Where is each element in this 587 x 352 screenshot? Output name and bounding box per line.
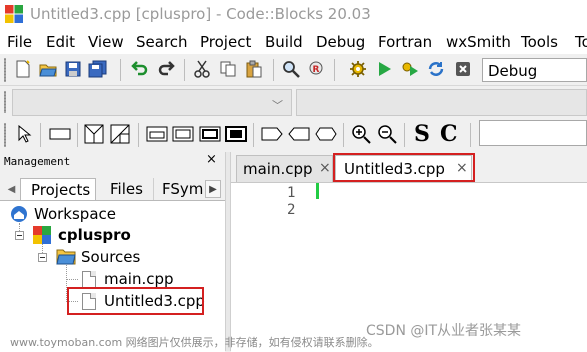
build-gear-icon[interactable] xyxy=(348,59,368,79)
menu-tools[interactable]: Tools xyxy=(521,33,558,51)
tab-files[interactable]: Files xyxy=(98,178,154,200)
toolbar-grip[interactable] xyxy=(4,91,8,113)
highlight-annotation xyxy=(67,287,204,315)
toolbar-separator xyxy=(40,123,41,147)
toolbar-separator xyxy=(343,123,344,147)
tree-item-workspace[interactable]: Workspace xyxy=(34,205,116,223)
tab-scroll-right-button[interactable]: ▶ xyxy=(205,180,221,198)
zoom-out-icon[interactable] xyxy=(377,124,397,144)
toolbar-separator xyxy=(184,59,185,81)
project-tree: Workspace cpluspro Sources main.cpp Unti… xyxy=(0,200,225,352)
tree-connector xyxy=(66,279,78,280)
tree-item-project[interactable]: cpluspro xyxy=(58,226,131,244)
watermark-csdn: CSDN @IT从业者张某某 xyxy=(366,323,522,339)
toolbar-separator xyxy=(404,123,405,147)
redo-icon[interactable] xyxy=(156,59,176,79)
build-target-select[interactable]: Debug xyxy=(482,58,587,82)
line-number: 2 xyxy=(287,202,296,218)
left-arrow-shape-icon[interactable] xyxy=(261,124,283,144)
menu-debug[interactable]: Debug xyxy=(316,33,365,51)
tab-label: main.cpp xyxy=(243,160,313,178)
toolbar-separator xyxy=(253,123,254,147)
c-button[interactable]: C xyxy=(440,121,458,147)
toolbar-search-input[interactable] xyxy=(479,120,587,146)
scope-select[interactable]: ﹀ xyxy=(12,89,292,116)
menu-to[interactable]: To xyxy=(575,33,587,51)
toolbar-separator xyxy=(273,59,274,81)
cut-icon[interactable] xyxy=(192,59,212,79)
collapse-project-icon[interactable] xyxy=(15,231,24,240)
management-title: Management xyxy=(4,155,71,168)
toolbar-separator xyxy=(77,123,78,147)
decision-icon[interactable] xyxy=(84,124,104,144)
save-all-icon[interactable] xyxy=(88,59,108,79)
management-close-button[interactable]: × xyxy=(206,152,217,167)
workspace-icon xyxy=(11,206,27,222)
toolbar-grip[interactable] xyxy=(4,123,8,147)
close-icon[interactable]: × xyxy=(319,160,331,176)
menu-wxsmith[interactable]: wxSmith xyxy=(446,33,511,51)
svg-text:R: R xyxy=(313,65,320,75)
toolbar-grip[interactable] xyxy=(4,58,8,82)
copy-icon[interactable] xyxy=(218,59,238,79)
both-arrow-shape-icon[interactable] xyxy=(315,124,337,144)
function-select[interactable] xyxy=(296,89,587,116)
menu-edit[interactable]: Edit xyxy=(46,33,75,51)
menu-bar: File Edit View Search Project Build Debu… xyxy=(0,30,587,54)
toolbar-separator xyxy=(120,59,121,81)
paste-icon[interactable] xyxy=(244,59,264,79)
tab-scroll-left-button[interactable]: ◀ xyxy=(4,180,19,198)
title-bar: Untitled3.cpp [cpluspro] - Code::Blocks … xyxy=(0,0,587,30)
watermark-bottom: www.toymoban.com 网络图片仅供展示，非存储，如有侵权请联系删除。 xyxy=(10,336,379,349)
project-icon xyxy=(33,226,51,244)
stop-icon[interactable] xyxy=(225,124,247,144)
menu-project[interactable]: Project xyxy=(200,33,251,51)
frame-icon[interactable] xyxy=(199,124,221,144)
menu-search[interactable]: Search xyxy=(136,33,188,51)
block-icon[interactable] xyxy=(146,124,168,144)
code-completion-toolbar: ﹀ xyxy=(0,86,587,119)
line-number: 1 xyxy=(287,185,296,201)
pointer-icon[interactable] xyxy=(14,124,34,144)
s-button[interactable]: S xyxy=(414,121,430,147)
rectangle-icon[interactable] xyxy=(48,124,72,144)
toolbar-separator xyxy=(470,123,471,147)
run-icon[interactable] xyxy=(374,59,394,79)
menu-file[interactable]: File xyxy=(7,33,32,51)
highlight-annotation xyxy=(333,153,475,182)
codeblocks-logo-icon xyxy=(5,5,23,23)
build-run-icon[interactable] xyxy=(400,59,420,79)
abort-icon[interactable] xyxy=(453,59,473,79)
new-file-icon[interactable] xyxy=(13,59,33,79)
tree-item-main-cpp[interactable]: main.cpp xyxy=(104,270,174,288)
open-icon[interactable] xyxy=(38,59,58,79)
parallelogram-icon[interactable] xyxy=(110,124,130,144)
save-icon[interactable] xyxy=(63,59,83,79)
menu-fortran[interactable]: Fortran xyxy=(378,33,432,51)
rebuild-icon[interactable] xyxy=(426,59,446,79)
build-target-value: Debug xyxy=(488,62,538,80)
tree-item-sources[interactable]: Sources xyxy=(81,248,140,266)
break-icon[interactable] xyxy=(172,124,194,144)
right-arrow-shape-icon[interactable] xyxy=(288,124,310,144)
tab-fsymbols[interactable]: FSym xyxy=(157,178,203,200)
menu-view[interactable]: View xyxy=(88,33,124,51)
chevron-down-icon: ﹀ xyxy=(272,99,283,112)
window-title: Untitled3.cpp [cpluspro] - Code::Blocks … xyxy=(30,5,371,23)
toolbar-separator xyxy=(334,59,335,81)
collapse-sources-icon[interactable] xyxy=(38,253,47,262)
undo-icon[interactable] xyxy=(130,59,150,79)
zoom-in-icon[interactable] xyxy=(351,124,371,144)
line-number-gutter xyxy=(231,183,315,352)
find-icon[interactable] xyxy=(281,59,301,79)
tab-projects[interactable]: Projects xyxy=(20,178,96,200)
tab-main-cpp[interactable]: main.cpp × xyxy=(236,155,333,182)
toolbar-separator xyxy=(138,123,139,147)
replace-icon[interactable]: R xyxy=(307,59,327,79)
file-icon xyxy=(82,271,96,288)
folder-icon xyxy=(56,249,76,265)
change-marker xyxy=(316,183,319,199)
menu-build[interactable]: Build xyxy=(265,33,303,51)
